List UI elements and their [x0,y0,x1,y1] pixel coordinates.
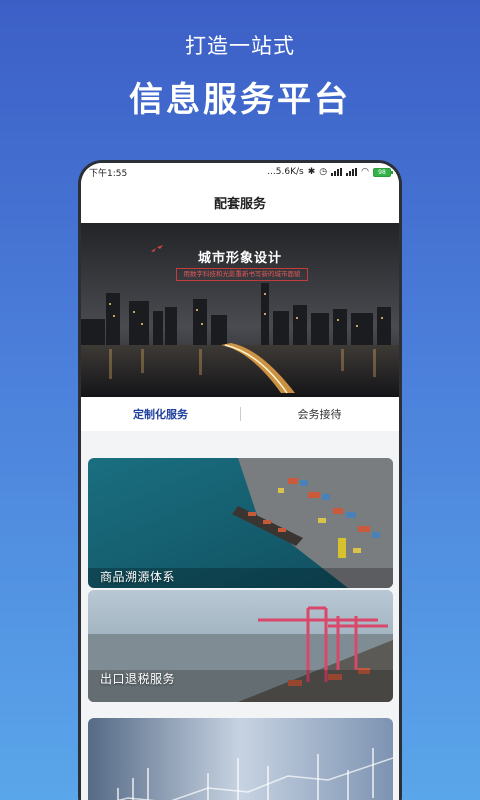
card-label-product-traceability: 商品溯源体系 [100,570,176,584]
banner-subtitle: 用数字科技和光影重新书写新的城市面貌 [176,268,308,281]
tab-customized-service[interactable]: 定制化服务 [81,406,240,422]
finance-chart-image [88,718,393,800]
promo-title: 信息服务平台 [129,80,351,120]
service-tabs: 定制化服务 会务接待 [81,397,399,431]
page-title: 配套服务 [213,196,266,212]
card-export-tax-refund[interactable]: 出口退税服务 [88,590,393,702]
network-speed: ...5.6K/s [267,167,304,177]
status-indicators: ...5.6K/s ✱ ◷ ◠ 98 [267,167,393,177]
signal-icon [331,168,343,176]
card-finance-service[interactable] [88,718,393,800]
wifi-icon: ◠ [361,167,369,177]
phone-frame: 下午1:55 ...5.6K/s ✱ ◷ ◠ 98 配套服务 城市形象设计 用数… [78,160,402,800]
banner-title: 城市形象设计 [197,251,282,266]
signal-icon-2 [346,168,358,176]
status-time: 下午1:55 [89,168,128,179]
tab-conference-reception[interactable]: 会务接待 [240,406,399,422]
alarm-icon: ◷ [319,167,328,177]
promo-subtitle: 打造一站式 [185,34,295,58]
phone-screen: 下午1:55 ...5.6K/s ✱ ◷ ◠ 98 配套服务 城市形象设计 用数… [81,163,399,800]
card-product-traceability[interactable]: 商品溯源体系 [88,458,393,588]
status-bar: 下午1:55 ...5.6K/s ✱ ◷ ◠ 98 [81,163,399,181]
bluetooth-icon: ✱ [307,167,316,177]
battery-icon: 98 [373,167,393,177]
card-label-export-tax-refund: 出口退税服务 [100,672,176,686]
city-image-banner[interactable]: 城市形象设计 用数字科技和光影重新书写新的城市面貌 [81,223,399,397]
page-title-bar: 配套服务 [81,181,399,223]
tab-divider [240,407,241,421]
